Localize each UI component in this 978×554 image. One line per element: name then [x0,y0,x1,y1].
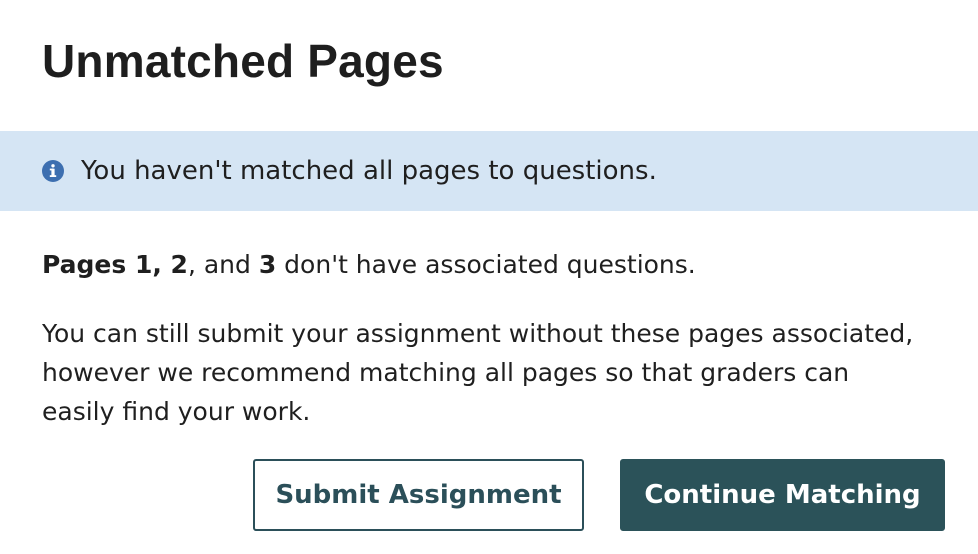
pages-list-last: 3 [258,250,277,279]
dialog-title: Unmatched Pages [42,35,444,87]
info-alert-banner: You haven't matched all pages to questio… [0,131,978,211]
alert-message: You haven't matched all pages to questio… [81,156,657,186]
unmatched-pages-notice: Pages 1, 2, and 3 don't have associated … [42,247,696,283]
continue-matching-button[interactable]: Continue Matching [620,459,945,531]
pages-list-separator: , and [187,250,259,279]
info-icon [41,159,65,183]
pages-list-lead: Pages 1, 2 [42,250,188,279]
explanation-text: You can still submit your assignment wit… [42,319,914,426]
submit-assignment-button[interactable]: Submit Assignment [253,459,584,531]
pages-notice-tail: don't have associated questions. [276,250,696,279]
unmatched-pages-dialog: Unmatched Pages You haven't matched all … [0,0,978,554]
